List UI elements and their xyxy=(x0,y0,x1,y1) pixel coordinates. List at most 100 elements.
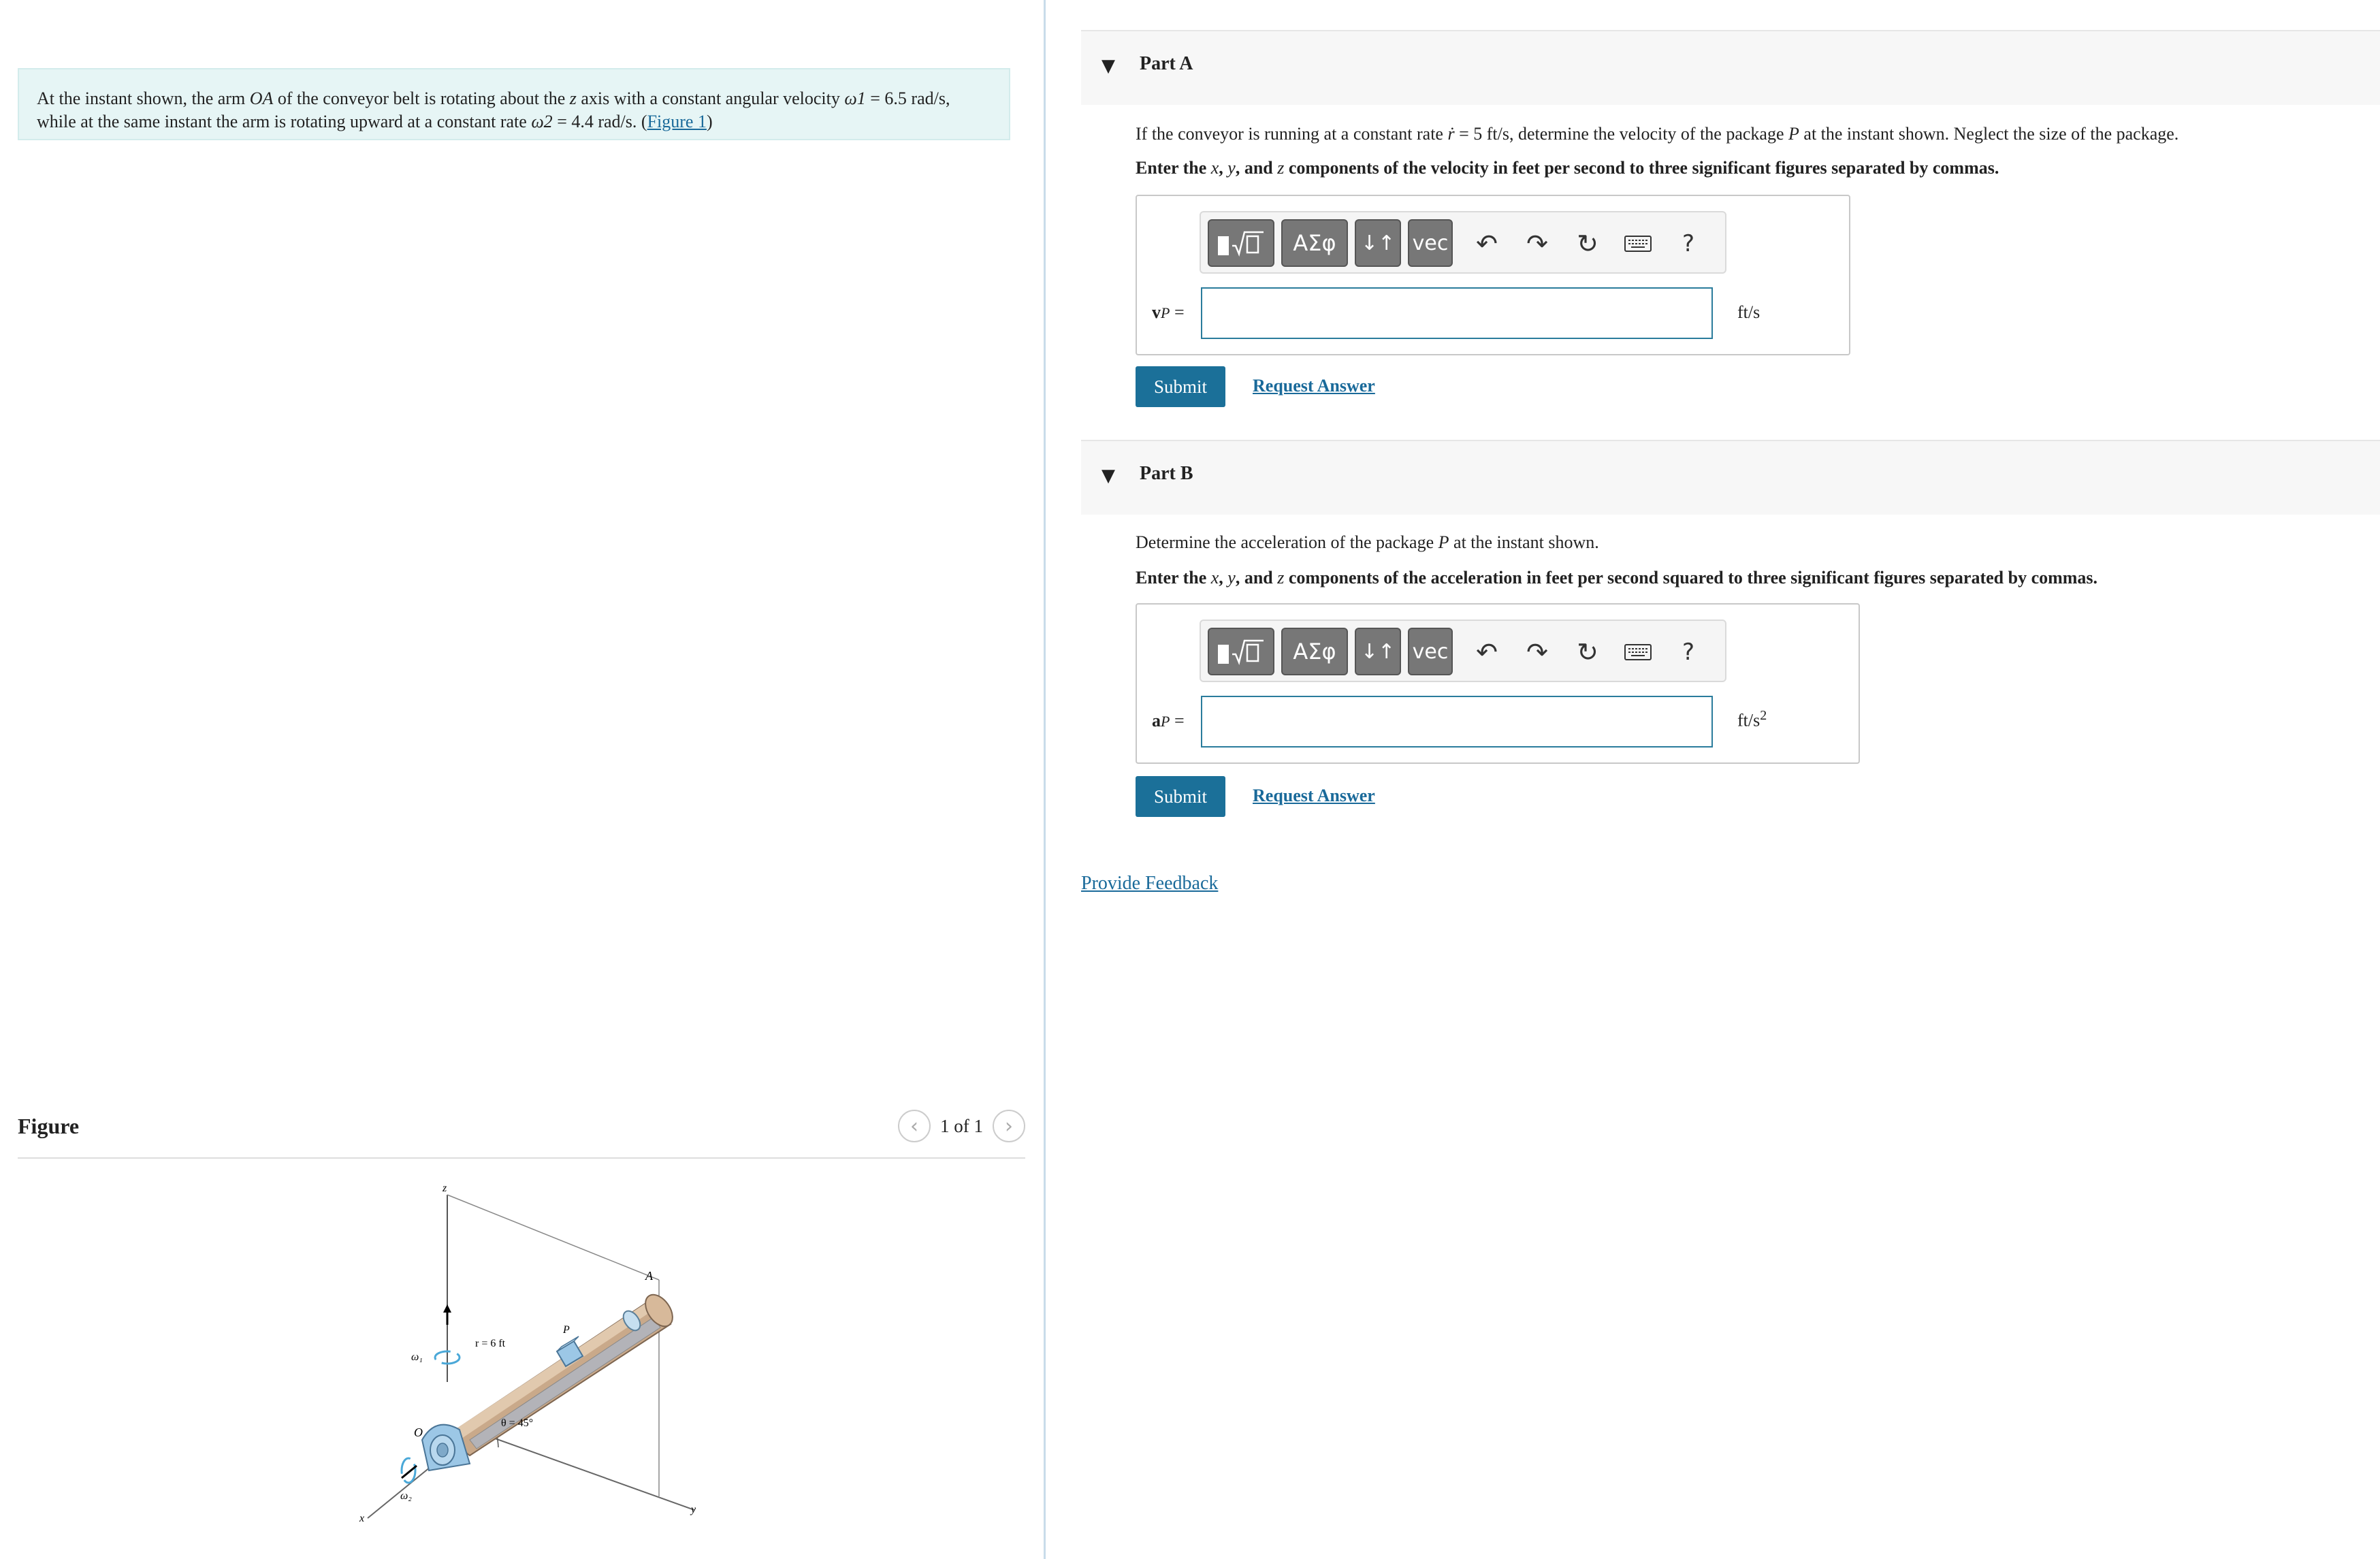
undo-button[interactable]: ↶ xyxy=(1465,222,1509,266)
part-b-header[interactable]: ▼ Part B xyxy=(1081,440,2380,515)
collapse-triangle-icon[interactable]: ▼ xyxy=(1101,466,1115,486)
arrowhead xyxy=(443,1304,451,1313)
var-z: z xyxy=(1277,568,1285,588)
vector-button[interactable]: vec xyxy=(1408,219,1453,267)
part-a-instructions: Enter the x, y, and z components of the … xyxy=(1136,158,1999,178)
part-b-answer-box: ΑΣφ ↓↑ vec ↶ ↷ ↻ ? aP = ft/s2 xyxy=(1136,603,1860,764)
label-equals: = xyxy=(1170,302,1185,322)
left-panel: At the instant shown, the arm OA of the … xyxy=(0,0,1044,1559)
keyboard-button[interactable] xyxy=(1616,222,1660,266)
label-bold: a xyxy=(1152,711,1161,730)
var-x: x xyxy=(1210,568,1219,588)
velocity-label: vP = xyxy=(1152,302,1185,323)
label-theta: θ = 45° xyxy=(501,1417,533,1429)
template-button[interactable] xyxy=(1208,628,1274,675)
instruction-text: components of the acceleration in feet p… xyxy=(1284,568,2098,588)
var-z: z xyxy=(1277,158,1285,178)
label-bold: v xyxy=(1152,302,1161,322)
label-omega1: ω₁ xyxy=(411,1351,423,1363)
unit-exponent: 2 xyxy=(1760,708,1767,723)
prompt-text: at the instant shown. xyxy=(1449,532,1599,552)
var-p: P xyxy=(1788,124,1799,144)
problem-text: ) xyxy=(706,112,713,131)
label-o: O xyxy=(414,1426,423,1439)
chevron-right-icon: › xyxy=(1005,1114,1013,1138)
figure-header: Figure ‹ 1 of 1 › xyxy=(18,1110,1025,1157)
prompt-text: = 5 ft/s, determine the velocity of the … xyxy=(1454,124,1789,144)
part-a-submit-button[interactable]: Submit xyxy=(1136,366,1225,407)
reset-button[interactable]: ↻ xyxy=(1566,630,1609,674)
help-button[interactable]: ? xyxy=(1667,222,1710,266)
template-sqrt-icon xyxy=(1218,231,1264,257)
part-a-prompt: If the conveyor is running at a constant… xyxy=(1136,123,2178,146)
figure-pager: ‹ 1 of 1 › xyxy=(898,1110,1025,1142)
label-a: A xyxy=(645,1269,654,1283)
label-p: P xyxy=(562,1324,570,1336)
var-x: x xyxy=(1210,158,1219,178)
vector-button[interactable]: vec xyxy=(1408,628,1453,675)
conveyor-figure: z x y O A P r = 6 ft θ = 45° ω₁ ω₂ xyxy=(359,1183,696,1524)
conveyor-belt xyxy=(469,1317,661,1449)
keyboard-icon xyxy=(1624,236,1652,252)
right-panel: ▼ Part A If the conveyor is running at a… xyxy=(1046,0,2380,1559)
acceleration-answer-input[interactable] xyxy=(1201,696,1713,748)
instruction-text: Enter the xyxy=(1136,568,1211,588)
var-omega2: ω2 xyxy=(531,112,553,131)
part-b-submit-button[interactable]: Submit xyxy=(1136,776,1225,817)
omega2-rotation-icon xyxy=(400,1457,417,1484)
subscript-superscript-button[interactable]: ↓↑ xyxy=(1355,219,1401,267)
part-b-request-answer-link[interactable]: Request Answer xyxy=(1253,786,1375,806)
velocity-unit: ft/s xyxy=(1737,302,1760,322)
var-y: y xyxy=(1227,568,1236,588)
label-z: z xyxy=(442,1183,447,1194)
greek-symbols-button[interactable]: ΑΣφ xyxy=(1281,628,1348,675)
provide-feedback-link[interactable]: Provide Feedback xyxy=(1081,873,1218,895)
collapse-triangle-icon[interactable]: ▼ xyxy=(1101,56,1115,76)
help-button[interactable]: ? xyxy=(1667,630,1710,674)
redo-button[interactable]: ↷ xyxy=(1515,630,1559,674)
var-oa: OA xyxy=(249,89,274,108)
undo-icon: ↶ xyxy=(1476,229,1498,259)
reset-icon: ↻ xyxy=(1577,637,1598,667)
undo-icon: ↶ xyxy=(1476,637,1498,667)
part-a-header[interactable]: ▼ Part A xyxy=(1081,30,2380,105)
math-toolbar: ΑΣφ ↓↑ vec ↶ ↷ ↻ ? xyxy=(1200,211,1726,274)
undo-button[interactable]: ↶ xyxy=(1465,630,1509,674)
var-rdot: ṙ xyxy=(1447,124,1455,144)
problem-text: = 4.4 rad/s. ( xyxy=(552,112,647,131)
part-a-answer-box: ΑΣφ ↓↑ vec ↶ ↷ ↻ ? vP = ft/s xyxy=(1136,195,1850,355)
part-b-instructions: Enter the x, y, and z components of the … xyxy=(1136,568,2097,588)
instruction-text: , and xyxy=(1235,568,1278,588)
reset-button[interactable]: ↻ xyxy=(1566,222,1609,266)
prev-figure-button[interactable]: ‹ xyxy=(898,1110,931,1142)
part-b-title: Part B xyxy=(1140,463,1193,484)
keyboard-button[interactable] xyxy=(1616,630,1660,674)
instruction-text: , and xyxy=(1235,158,1278,178)
instruction-text: components of the velocity in feet per s… xyxy=(1284,158,1999,178)
chevron-left-icon: ‹ xyxy=(910,1114,918,1138)
next-figure-button[interactable]: › xyxy=(993,1110,1025,1142)
part-a-title: Part A xyxy=(1140,53,1193,74)
pivot-pin xyxy=(436,1443,449,1458)
prompt-text: at the instant shown. Neglect the size o… xyxy=(1799,124,2179,144)
var-y: y xyxy=(1227,158,1236,178)
unit-text: ft/s xyxy=(1737,710,1760,730)
keyboard-icon xyxy=(1624,644,1652,660)
problem-text: of the conveyor belt is rotating about t… xyxy=(273,89,570,108)
acceleration-label: aP = xyxy=(1152,711,1185,731)
problem-text: At the instant shown, the arm xyxy=(37,89,250,108)
figure-link[interactable]: Figure 1 xyxy=(647,112,707,131)
label-omega2: ω₂ xyxy=(400,1490,412,1502)
velocity-answer-input[interactable] xyxy=(1201,287,1713,339)
subscript-superscript-button[interactable]: ↓↑ xyxy=(1355,628,1401,675)
part-a-request-answer-link[interactable]: Request Answer xyxy=(1253,376,1375,396)
prompt-text: Determine the acceleration of the packag… xyxy=(1136,532,1438,552)
greek-symbols-button[interactable]: ΑΣφ xyxy=(1281,219,1348,267)
label-subscript: P xyxy=(1161,713,1170,730)
template-button[interactable] xyxy=(1208,219,1274,267)
problem-text: axis with a constant angular velocity xyxy=(576,89,845,108)
redo-button[interactable]: ↷ xyxy=(1515,222,1559,266)
label-x: x xyxy=(359,1513,364,1524)
figure-divider xyxy=(18,1157,1025,1159)
instruction-text: , xyxy=(1219,568,1228,588)
